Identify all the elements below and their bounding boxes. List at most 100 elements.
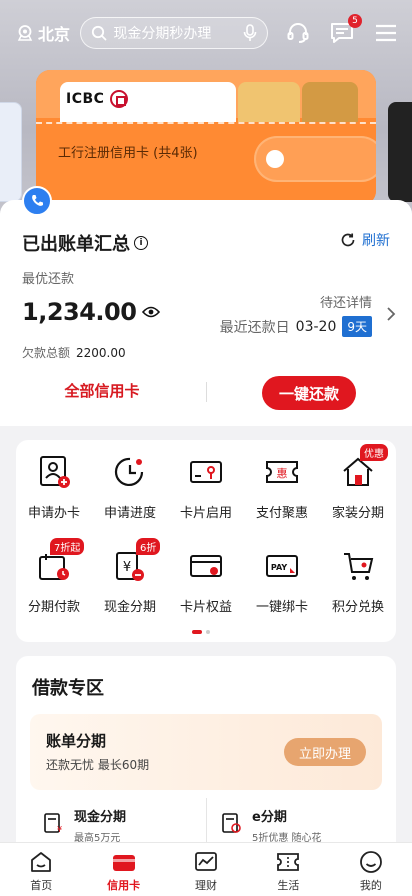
loan-item-title: 现金分期 xyxy=(74,810,127,825)
summary-title: 已出账单汇总 i xyxy=(22,230,148,256)
service-label: 积分兑换 xyxy=(331,600,384,615)
search-icon xyxy=(92,25,107,41)
previous-card-peek[interactable] xyxy=(0,102,22,202)
location-pin-icon xyxy=(17,25,33,41)
discount-tag: 7折起 xyxy=(50,538,85,555)
card-benefits-icon xyxy=(190,555,222,577)
wealth-chart-icon xyxy=(195,852,217,871)
search-input[interactable]: 现金分期秒办理 xyxy=(80,17,268,49)
eye-icon[interactable] xyxy=(142,305,161,319)
divider xyxy=(206,798,207,842)
wallet-pocket-label: 工行注册信用卡 (共4张) xyxy=(58,146,198,161)
service-label: 申请办卡 xyxy=(27,506,80,521)
cash-document-icon: ¥ xyxy=(44,813,62,834)
one-click-repay-button[interactable]: 一键还款 xyxy=(262,376,356,410)
due-date-value: 03-20 xyxy=(295,318,337,335)
refresh-button[interactable]: 刷新 xyxy=(340,230,390,250)
service-label: 支付聚惠 xyxy=(255,506,308,521)
tab-label: 理财 xyxy=(195,879,218,892)
tab-label: 我的 xyxy=(359,879,382,892)
clasp-knob xyxy=(266,150,284,168)
service-label: 一键绑卡 xyxy=(255,600,308,615)
next-card-peek[interactable] xyxy=(388,102,412,202)
messages-button[interactable]: 5 xyxy=(328,14,362,47)
pending-details-link[interactable]: 待还详情 xyxy=(320,292,372,311)
chevron-right-icon[interactable] xyxy=(386,306,396,322)
service-label: 分期付款 xyxy=(27,600,80,615)
life-ticket-icon xyxy=(277,853,300,871)
service-progress[interactable]: 申请进度 xyxy=(92,454,168,521)
loan-zone: 借款专区 账单分期 还款无忧 最长60期 立即办理 ¥ 现金分期 最高5万元 e… xyxy=(16,656,396,856)
search-placeholder: 现金分期秒办理 xyxy=(113,26,212,42)
all-cards-button[interactable]: 全部信用卡 xyxy=(22,380,182,401)
page-dot xyxy=(206,630,210,634)
discount-tag: 优惠 xyxy=(360,444,388,461)
service-card-activate[interactable]: 卡片启用 xyxy=(168,454,244,521)
home-icon xyxy=(31,852,52,872)
apply-now-button[interactable]: 立即办理 xyxy=(284,738,366,766)
service-points-exchange[interactable]: 积分兑换 xyxy=(320,548,396,615)
tab-wealth[interactable]: 理财 xyxy=(165,843,247,896)
due-date-label: 最近还款日 xyxy=(219,319,290,336)
customer-service-button[interactable] xyxy=(284,19,312,47)
hamburger-menu-icon xyxy=(376,24,396,42)
discount-tag: 6折 xyxy=(136,538,161,555)
card-wallet[interactable]: ICBC 工行注册信用卡 (共4张) xyxy=(36,70,376,205)
due-date[interactable]: 最近还款日 03-20 9天 xyxy=(220,316,372,337)
phone-assistant-button[interactable] xyxy=(22,186,52,216)
info-icon[interactable]: i xyxy=(134,236,148,250)
banner-title: 账单分期 xyxy=(46,732,107,750)
microphone-icon[interactable] xyxy=(243,24,257,42)
bind-card-icon: PAY xyxy=(266,555,298,577)
apply-card-icon xyxy=(40,456,70,488)
refresh-icon xyxy=(341,233,355,247)
service-home-installment[interactable]: 家装分期 优惠 xyxy=(320,444,396,521)
service-label: 现金分期 xyxy=(103,600,156,615)
min-payment-amount: 1,234.00 xyxy=(22,298,161,326)
svg-text:¥: ¥ xyxy=(57,825,62,834)
service-installment-pay[interactable]: 分期付款 7折起 xyxy=(16,538,92,615)
bottom-tab-bar: 首页 信用卡 理财 生活 我的 xyxy=(0,842,412,896)
refresh-label: 刷新 xyxy=(362,233,390,249)
divider xyxy=(206,382,207,402)
payment-offers-icon: 惠 xyxy=(266,461,298,483)
service-label: 家装分期 xyxy=(331,506,384,521)
tab-profile[interactable]: 我的 xyxy=(330,843,412,896)
location-selector[interactable]: 北京 xyxy=(16,21,80,45)
tab-label: 首页 xyxy=(30,879,53,892)
service-label: 卡片权益 xyxy=(179,600,232,615)
service-label: 申请进度 xyxy=(103,506,156,521)
loan-item-cash-installment[interactable]: ¥ 现金分期 最高5万元 xyxy=(42,806,126,844)
min-payment-value: 1,234.00 xyxy=(22,298,137,326)
svg-text:¥: ¥ xyxy=(123,560,131,575)
menu-button[interactable] xyxy=(372,19,400,47)
loan-item-title: e分期 xyxy=(252,810,287,825)
svg-text:PAY: PAY xyxy=(271,563,288,572)
icbc-brand-text: ICBC xyxy=(66,91,105,107)
service-card-benefits[interactable]: 卡片权益 xyxy=(168,548,244,615)
total-owed: 欠款总额 2200.00 xyxy=(22,344,126,361)
icbc-logo: ICBC xyxy=(66,90,129,108)
tab-label: 信用卡 xyxy=(107,879,141,892)
service-bind-card[interactable]: PAY 一键绑卡 xyxy=(244,548,320,615)
min-payment-label: 最优还款 xyxy=(22,272,75,287)
progress-clock-icon xyxy=(114,457,144,487)
bill-installment-banner[interactable]: 账单分期 还款无忧 最长60期 立即办理 xyxy=(30,714,382,790)
days-left-badge: 9天 xyxy=(342,316,372,337)
city-label: 北京 xyxy=(38,25,71,44)
wallet-pocket: 工行注册信用卡 (共4张) xyxy=(36,122,376,205)
tab-credit-card[interactable]: 信用卡 xyxy=(82,843,164,896)
tab-home[interactable]: 首页 xyxy=(0,843,82,896)
service-apply-card[interactable]: 申请办卡 xyxy=(16,454,92,521)
service-payment-offers[interactable]: 惠 支付聚惠 xyxy=(244,454,320,521)
service-cash-installment[interactable]: ¥ 现金分期 6折 xyxy=(92,538,168,615)
page-dot-active xyxy=(192,630,202,634)
tab-life[interactable]: 生活 xyxy=(247,843,329,896)
wallet-clasp xyxy=(254,136,376,182)
svg-text:惠: 惠 xyxy=(277,466,288,480)
loan-item-e-installment[interactable]: e分期 5折优惠 随心花 xyxy=(220,806,322,844)
phone-icon xyxy=(32,195,43,206)
tab-label: 生活 xyxy=(277,879,300,892)
headset-icon xyxy=(287,23,309,43)
banner-subtitle: 还款无忧 最长60期 xyxy=(46,758,150,772)
